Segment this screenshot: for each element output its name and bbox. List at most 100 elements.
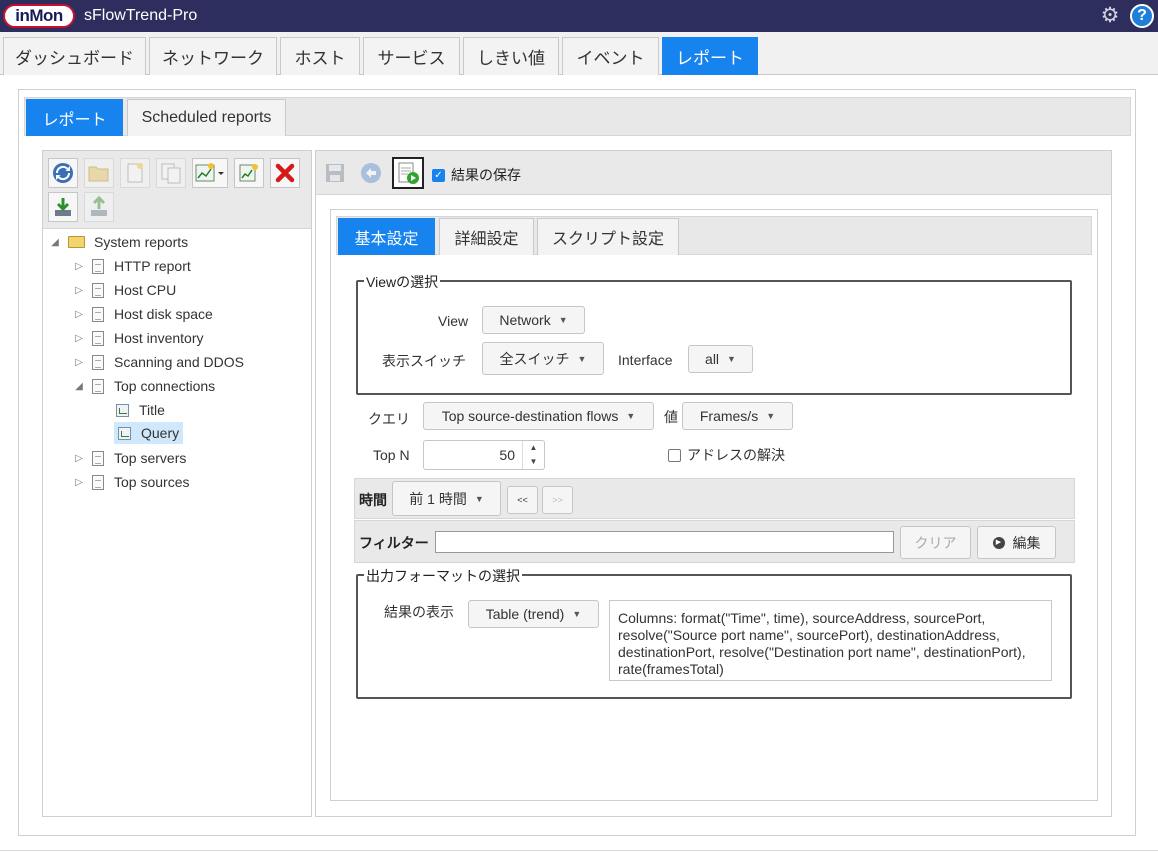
caret-down-icon: ▼ xyxy=(577,353,587,364)
settings-tabs: 基本設定 詳細設定 スクリプト設定 xyxy=(336,216,1092,255)
tree-item-host-inventory[interactable]: ▷ Host inventory xyxy=(72,327,203,349)
footer-divider xyxy=(0,850,1158,851)
edit-chart-icon[interactable] xyxy=(234,158,264,188)
save-results-option[interactable]: ✓ 結果の保存 xyxy=(432,165,521,185)
switch-dropdown[interactable]: 全スイッチ ▼ xyxy=(482,342,604,375)
interface-dropdown[interactable]: all ▼ xyxy=(688,345,753,373)
time-prev-button[interactable]: << xyxy=(507,486,538,514)
caret-down-icon: ▼ xyxy=(766,411,776,421)
report-doc-icon xyxy=(92,282,104,298)
collapse-icon[interactable]: ◢ xyxy=(48,237,62,248)
edit-filter-button[interactable]: ▶ 編集 xyxy=(977,526,1056,559)
topn-stepper[interactable]: 50 ▲ ▼ xyxy=(423,440,545,470)
export-icon[interactable] xyxy=(84,192,114,222)
tree-item-label: Top servers xyxy=(114,450,187,466)
tab-reports[interactable]: レポート xyxy=(662,37,758,75)
tree-toolbar xyxy=(43,151,311,229)
caret-down-icon: ▼ xyxy=(572,609,582,619)
refresh-icon[interactable] xyxy=(48,158,78,188)
query-dropdown[interactable]: Top source-destination flows ▼ xyxy=(423,402,654,430)
run-report-icon[interactable] xyxy=(392,157,424,189)
display-format-dropdown[interactable]: Table (trend) ▼ xyxy=(468,600,599,628)
time-range-dropdown[interactable]: 前 1 時間 ▼ xyxy=(392,481,501,516)
tree-root[interactable]: ◢ System reports xyxy=(48,231,188,253)
tree-item-http-report[interactable]: ▷ HTTP report xyxy=(72,255,191,277)
tree-item-label: Host CPU xyxy=(114,282,177,298)
save-results-checkbox[interactable]: ✓ xyxy=(432,168,445,182)
tree-item-label: Host disk space xyxy=(114,306,213,322)
expand-icon[interactable]: ▷ xyxy=(72,309,86,320)
sub-nav: レポート Scheduled reports xyxy=(24,97,1131,136)
view-value: Network xyxy=(499,312,551,328)
tab-report[interactable]: レポート xyxy=(26,99,123,136)
tab-services[interactable]: サービス xyxy=(363,37,460,75)
expand-icon[interactable]: ▷ xyxy=(72,285,86,296)
output-legend: 出力フォーマットの選択 xyxy=(364,566,522,586)
clear-button[interactable]: クリア xyxy=(900,526,971,559)
topn-label: Top N xyxy=(373,447,410,463)
tree-item-top-connections[interactable]: ◢ Top connections xyxy=(72,375,215,397)
help-icon[interactable]: ? xyxy=(1130,4,1154,28)
expand-icon[interactable]: ▷ xyxy=(72,453,86,464)
value-label: 値 xyxy=(664,409,678,425)
tab-scheduled-reports[interactable]: Scheduled reports xyxy=(127,99,286,136)
edit-filter-label: 編集 xyxy=(1012,534,1041,551)
report-doc-icon xyxy=(92,330,104,346)
tab-script-settings[interactable]: スクリプト設定 xyxy=(537,218,679,255)
view-dropdown[interactable]: Network ▼ xyxy=(482,306,585,334)
tree-item-label: Host inventory xyxy=(114,330,204,346)
import-icon[interactable] xyxy=(48,192,78,222)
save-icon[interactable] xyxy=(320,158,350,188)
expand-icon[interactable]: ▷ xyxy=(72,357,86,368)
tree-item-label: Scanning and DDOS xyxy=(114,354,244,370)
tab-advanced-settings[interactable]: 詳細設定 xyxy=(439,218,534,255)
display-format-value: Table (trend) xyxy=(485,606,565,622)
expand-icon[interactable]: ▷ xyxy=(72,261,86,272)
copy-report-icon[interactable] xyxy=(156,158,186,188)
value-value: Frames/s xyxy=(699,408,759,424)
tree-item-scanning-ddos[interactable]: ▷ Scanning and DDOS xyxy=(72,351,244,373)
topn-value: 50 xyxy=(499,447,515,463)
report-editor-pane: ✓ 結果の保存 基本設定 詳細設定 スクリプト設定 Viewの選択 View N… xyxy=(315,150,1112,817)
value-dropdown[interactable]: Frames/s ▼ xyxy=(682,402,793,430)
delete-icon[interactable] xyxy=(270,158,300,188)
revert-icon[interactable] xyxy=(356,158,386,188)
settings-panel: 基本設定 詳細設定 スクリプト設定 Viewの選択 View Network ▼ … xyxy=(330,209,1098,801)
time-next-button[interactable]: >> xyxy=(542,486,573,514)
tab-hosts[interactable]: ホスト xyxy=(280,37,360,75)
expand-icon[interactable]: ▷ xyxy=(72,477,86,488)
open-folder-icon[interactable] xyxy=(84,158,114,188)
filter-input[interactable] xyxy=(435,531,894,553)
new-report-icon[interactable] xyxy=(120,158,150,188)
tab-dashboard[interactable]: ダッシュボード xyxy=(3,37,146,75)
tab-thresholds[interactable]: しきい値 xyxy=(463,37,559,75)
resolve-addresses-option[interactable]: アドレスの解決 xyxy=(668,445,785,465)
tree-item-host-disk-space[interactable]: ▷ Host disk space xyxy=(72,303,213,325)
expand-icon[interactable]: ▷ xyxy=(72,333,86,344)
columns-text: Columns: format("Time", time), sourceAdd… xyxy=(609,600,1052,681)
tab-events[interactable]: イベント xyxy=(562,37,659,75)
time-label: 時間 xyxy=(359,492,387,508)
add-chart-icon[interactable] xyxy=(192,158,228,188)
tree-item-query[interactable]: Query xyxy=(114,422,184,444)
tab-basic-settings[interactable]: 基本設定 xyxy=(338,218,435,255)
tab-network[interactable]: ネットワーク xyxy=(149,37,277,75)
caret-down-icon: ▼ xyxy=(474,493,484,504)
caret-down-icon: ▼ xyxy=(626,411,636,421)
tree-item-top-servers[interactable]: ▷ Top servers xyxy=(72,447,186,469)
tree-item-title[interactable]: Title xyxy=(116,399,165,421)
top-nav: ダッシュボード ネットワーク ホスト サービス しきい値 イベント レポート xyxy=(0,32,1158,75)
gear-icon[interactable]: ⚙ xyxy=(1098,4,1122,28)
report-tree-pane: ◢ System reports ▷ HTTP report ▷ Host CP… xyxy=(42,150,312,817)
tree-item-host-cpu[interactable]: ▷ Host CPU xyxy=(72,279,176,301)
stepper-arrows[interactable]: ▲ ▼ xyxy=(522,441,544,469)
tree-item-top-sources[interactable]: ▷ Top sources xyxy=(72,471,189,493)
collapse-icon[interactable]: ◢ xyxy=(72,381,86,392)
switch-label: 表示スイッチ xyxy=(382,353,466,369)
switch-value: 全スイッチ xyxy=(499,350,570,367)
editor-toolbar: ✓ 結果の保存 xyxy=(316,151,1111,195)
app-title: sFlowTrend-Pro xyxy=(84,7,198,24)
view-legend: Viewの選択 xyxy=(364,272,441,292)
tree-item-label: Top sources xyxy=(114,474,190,490)
resolve-addresses-checkbox[interactable] xyxy=(668,448,681,462)
